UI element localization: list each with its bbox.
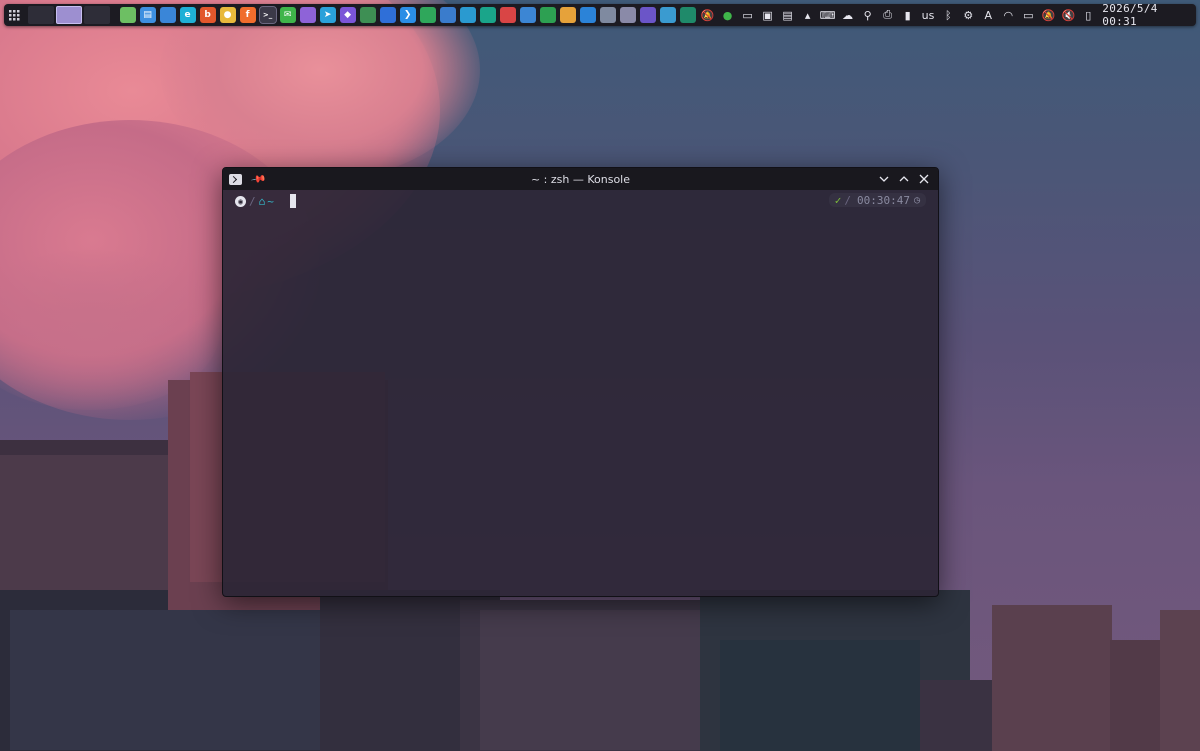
keyboard-layout-indicator[interactable]: us — [922, 9, 935, 22]
app-icon-1[interactable] — [119, 7, 136, 23]
prompt-separator: / — [249, 194, 256, 208]
chevron-up-icon — [899, 176, 909, 182]
status-ok-icon: ✓ — [834, 193, 842, 207]
prompt-line: ◉ / ⌂ ~ — [235, 194, 926, 208]
app-icon-3[interactable] — [359, 7, 376, 23]
app-icon-13[interactable] — [579, 7, 596, 23]
settings-icon[interactable]: ⚙ — [960, 7, 976, 23]
window-titlebar[interactable]: 📌 ~ : zsh — Konsole — [223, 168, 938, 190]
window-icon[interactable] — [159, 7, 176, 23]
clipboard-icon[interactable]: ▤ — [780, 7, 796, 23]
building — [920, 680, 1000, 751]
usb-icon[interactable]: ⚲ — [860, 7, 876, 23]
app-icon-18[interactable] — [679, 7, 696, 23]
home-icon: ⌂ — [258, 194, 266, 208]
files-icon[interactable]: ▤ — [139, 7, 156, 23]
app-icon-12[interactable] — [559, 7, 576, 23]
bell-mute-icon[interactable]: 🔕 — [1040, 7, 1056, 23]
prompt-time: 00:30:47 — [856, 193, 910, 207]
desktop-3[interactable] — [83, 6, 110, 24]
weather-icon[interactable]: ☁ — [840, 7, 856, 23]
notifications-off-icon[interactable]: 🔕 — [700, 7, 716, 23]
app-icon-2[interactable] — [299, 7, 316, 23]
building — [0, 455, 170, 595]
screen-icon[interactable]: ▭ — [1020, 7, 1036, 23]
app-grid-icon[interactable] — [4, 4, 26, 26]
konsole-app-icon[interactable] — [229, 173, 242, 185]
virtual-desktop-pager — [27, 6, 112, 24]
current-directory: ~ — [267, 194, 274, 208]
firefox-icon[interactable]: f — [239, 7, 256, 23]
window-title: ~ : zsh — Konsole — [530, 172, 631, 186]
app-icon-15[interactable] — [619, 7, 636, 23]
chevron-down-icon — [879, 176, 889, 182]
edge-icon[interactable]: e — [179, 7, 196, 23]
app-icon-7[interactable] — [459, 7, 476, 23]
right-prompt: ✓ / 00:30:47 ◷ — [828, 193, 926, 207]
arch-os-icon: ◉ — [235, 195, 246, 207]
battery-icon[interactable]: ▮ — [900, 7, 916, 23]
close-icon — [919, 174, 929, 184]
system-tray: 🔕 ● ▭ ▣ ▤ ▴ ⌨ ☁ ⚲ ⎙ ▮ us ᛒ ⚙ A ◠ ▭ 🔕 🔇 ▯ 2026/5/4 00:31 — [698, 2, 1196, 28]
bluetooth-icon[interactable]: ᛒ — [940, 7, 956, 23]
brave-icon[interactable]: b — [199, 7, 216, 23]
prompt-separator: / — [844, 193, 851, 207]
minimize-button[interactable] — [874, 169, 894, 189]
clock[interactable]: 2026/5/4 00:31 — [1102, 2, 1190, 28]
terminal-area[interactable]: ◉ / ⌂ ~ ✓ / 00:30:47 ◷ — [223, 190, 938, 596]
clock-icon: ◷ — [913, 194, 920, 206]
building — [1160, 610, 1200, 751]
app-icon-17[interactable] — [659, 7, 676, 23]
desktop-1[interactable] — [27, 6, 54, 24]
konsole-window: 📌 ~ : zsh — Konsole ◉ / ⌂ ~ ✓ / 00:30:47 — [222, 167, 939, 597]
volume-mute-icon[interactable]: 🔇 — [1060, 7, 1076, 23]
app-icon-10[interactable] — [519, 7, 536, 23]
telegram-icon[interactable]: ➤ — [319, 7, 336, 23]
wechat-icon[interactable]: ✉ — [279, 7, 296, 23]
app-icon-16[interactable] — [639, 7, 656, 23]
konsole-icon[interactable]: >_ — [258, 6, 277, 24]
obsidian-icon[interactable]: ◆ — [339, 7, 356, 23]
display-icon[interactable]: ▭ — [740, 7, 756, 23]
phone-icon[interactable]: ▯ — [1080, 7, 1096, 23]
app-icon-5[interactable] — [419, 7, 436, 23]
building — [480, 610, 710, 750]
desktop-2[interactable] — [55, 6, 82, 24]
app-icon-9[interactable] — [499, 7, 516, 23]
close-button[interactable] — [914, 169, 934, 189]
terminal-cursor — [289, 194, 296, 208]
folder-icon[interactable]: ▣ — [760, 7, 776, 23]
building — [10, 610, 320, 750]
pin-icon[interactable]: 📌 — [250, 171, 267, 187]
app-icon-14[interactable] — [599, 7, 616, 23]
keyboard-icon[interactable]: ⌨ — [820, 7, 836, 23]
vscode-icon[interactable]: ❯ — [399, 7, 416, 23]
top-panel: ▤ e b ● f >_ ✉ ➤ ◆ ❯ 🔕 ● ▭ ▣ ▤ ▴ ⌨ ☁ ⚲ ⎙ ▮ us ᛒ ⚙ A ◠ ▭ 🔕 🔇 ▯ 2026… — [4, 2, 1196, 28]
building — [992, 605, 1112, 751]
wechat-tray-icon[interactable]: ● — [720, 7, 736, 23]
app-icon-6[interactable] — [439, 7, 456, 23]
app-icon-8[interactable] — [479, 7, 496, 23]
maximize-button[interactable] — [894, 169, 914, 189]
accessibility-icon[interactable]: A — [980, 7, 996, 23]
chrome-icon[interactable]: ● — [219, 7, 236, 23]
expand-arrow-icon[interactable]: ▴ — [800, 7, 816, 23]
task-manager: ▤ e b ● f >_ ✉ ➤ ◆ ❯ — [118, 6, 698, 24]
wifi-icon[interactable]: ◠ — [1000, 7, 1016, 23]
app-icon-11[interactable] — [539, 7, 556, 23]
app-icon-4[interactable] — [379, 7, 396, 23]
building — [720, 640, 920, 751]
printer-icon[interactable]: ⎙ — [880, 7, 896, 23]
